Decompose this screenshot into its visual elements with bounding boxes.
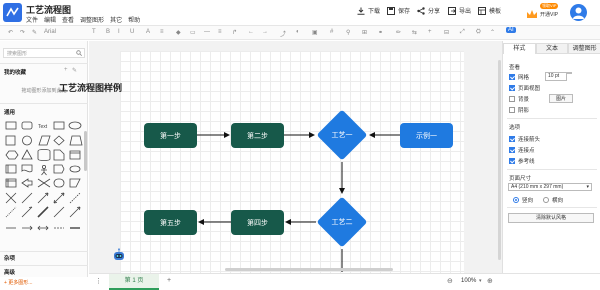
node-step2-label: 第二步 (247, 132, 268, 140)
grid-checkbox[interactable] (509, 74, 515, 80)
background-option[interactable]: 背景 (509, 95, 529, 103)
format-panel: 样式 文本 调整图形 查看 网格 10 pt 页面视图 背景 图片 阴影 选项 … (502, 41, 600, 277)
grid-label: 网格 (518, 75, 530, 81)
divider (507, 207, 597, 208)
node-example1[interactable]: 示例一 (400, 123, 453, 148)
page-menu-icon[interactable]: ⋮ (95, 277, 102, 285)
landscape-radio[interactable] (543, 197, 549, 203)
node-example1-label: 示例一 (416, 132, 437, 140)
portrait-label: 竖向 (522, 198, 534, 204)
tab-style[interactable]: 样式 (503, 43, 536, 54)
node-process1[interactable]: 工艺一 (316, 109, 368, 161)
format-tabs: 样式 文本 调整图形 (503, 43, 600, 54)
page-view-label: 页面视图 (518, 86, 541, 92)
reset-default-style-button[interactable]: 清除默认风格 (508, 213, 594, 223)
page-size-section-title: 页面尺寸 (509, 176, 532, 182)
node-step5[interactable]: 第五步 (144, 210, 197, 235)
shadow-label: 阴影 (518, 108, 530, 114)
node-process2[interactable]: 工艺二 (316, 196, 368, 248)
canvas-horizontal-scrollbar[interactable] (225, 268, 393, 271)
connection-arrows-option[interactable]: 连接箭头 (509, 135, 540, 143)
guides-checkbox[interactable] (509, 158, 515, 164)
add-page-icon[interactable]: + (167, 277, 171, 284)
connection-points-option[interactable]: 连接点 (509, 146, 535, 154)
tab-text[interactable]: 文本 (535, 43, 569, 54)
guides-label: 参考线 (518, 159, 535, 165)
zoom-dropdown-icon[interactable]: ▾ (479, 278, 482, 284)
canvas-vertical-scrollbar[interactable] (498, 60, 501, 260)
connection-arrows-checkbox[interactable] (509, 136, 515, 142)
background-checkbox[interactable] (509, 96, 515, 102)
zoom-out-icon[interactable]: ⊖ (447, 277, 453, 285)
grid-color-swatch[interactable] (567, 72, 572, 74)
background-image-button[interactable]: 图片 (549, 94, 573, 103)
shadow-option[interactable]: 阴影 (509, 106, 529, 114)
page-size-value: A4 (210 mm x 297 mm) (511, 184, 564, 190)
page-size-select[interactable]: A4 (210 mm x 297 mm) ▾ (508, 183, 592, 191)
connection-arrows-label: 连接箭头 (518, 137, 541, 143)
divider (507, 118, 597, 119)
zoom-in-icon[interactable]: ⊕ (487, 277, 493, 285)
view-section-title: 查看 (509, 65, 521, 71)
node-process1-label: 工艺一 (331, 132, 353, 139)
landscape-option[interactable]: 横向 (543, 196, 563, 204)
connection-points-label: 连接点 (518, 148, 535, 154)
guides-option[interactable]: 参考线 (509, 157, 535, 165)
node-step4-label: 第四步 (247, 219, 268, 227)
node-process2-label: 工艺二 (331, 219, 353, 226)
background-label: 背景 (518, 97, 530, 103)
shadow-checkbox[interactable] (509, 107, 515, 113)
node-step2[interactable]: 第二步 (231, 123, 284, 148)
connection-points-checkbox[interactable] (509, 147, 515, 153)
node-step5-label: 第五步 (160, 219, 181, 227)
tab-arrange[interactable]: 调整图形 (568, 43, 600, 54)
node-step1-label: 第一步 (160, 132, 181, 140)
grid-size-input[interactable]: 10 pt (545, 72, 567, 81)
chevron-down-icon: ▾ (586, 184, 589, 190)
page-view-checkbox[interactable] (509, 85, 515, 91)
node-step4[interactable]: 第四步 (231, 210, 284, 235)
bottom-bar: ⋮ 第 1 页 + ⊖ 100% ▾ ⊕ (89, 273, 600, 290)
landscape-label: 横向 (552, 198, 564, 204)
options-section-title: 选项 (509, 125, 521, 131)
page-tab-1[interactable]: 第 1 页 (109, 274, 159, 290)
assistant-robot-icon[interactable] (112, 248, 126, 262)
node-step1[interactable]: 第一步 (144, 123, 197, 148)
page-view-option[interactable]: 页面视图 (509, 84, 540, 92)
zoom-level[interactable]: 100% (461, 278, 476, 284)
portrait-radio[interactable] (513, 197, 519, 203)
portrait-option[interactable]: 竖向 (513, 196, 533, 204)
grid-option[interactable]: 网格 (509, 73, 529, 81)
divider (507, 169, 597, 170)
